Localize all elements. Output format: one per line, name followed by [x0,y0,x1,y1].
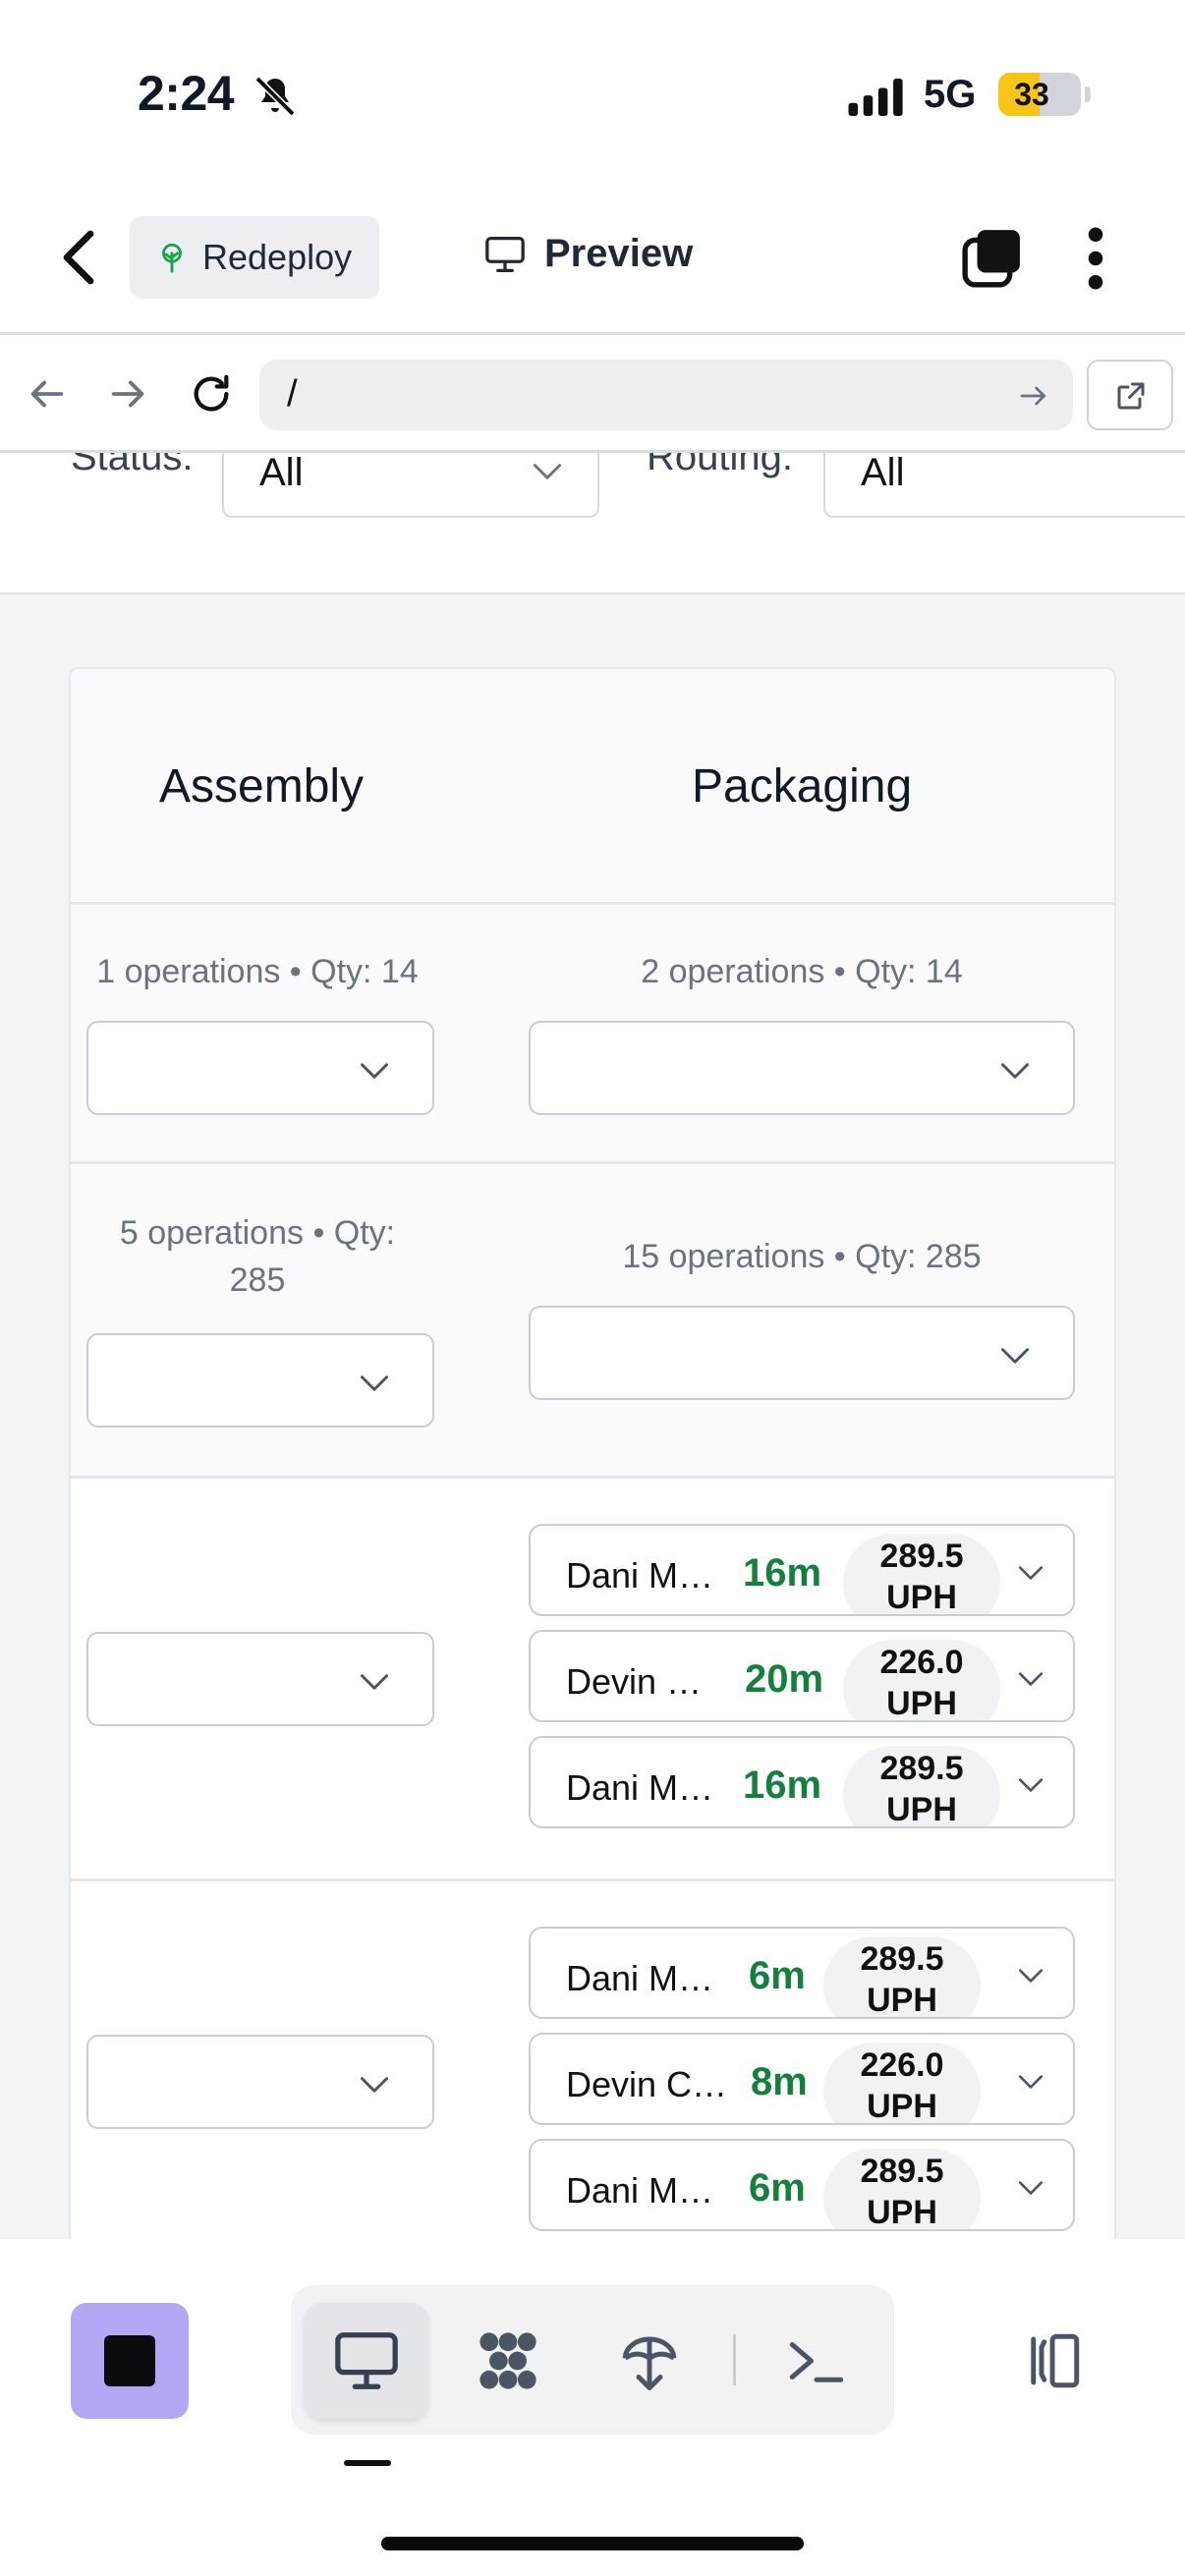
chevron-down-icon [361,1063,388,1079]
web-viewport: Status: All Routing: All Assembly Packag… [0,453,1185,2239]
operator-select[interactable]: Dani M… 6m 289.5 UPH [529,2139,1075,2231]
chevron-down-icon [1018,2181,1044,2195]
filter-bar: Status: All Routing: All [0,453,1185,594]
chevron-down-icon [1018,1969,1044,1983]
routing-filter-label: Routing: [647,453,793,478]
switcher-divider [733,2334,736,2385]
status-filter-label: Status: [71,453,194,478]
operator-name: Dani M… [566,1958,714,1998]
external-link-icon [1117,382,1145,410]
uph-badge: 289.5 UPH [843,1534,1000,1614]
home-indicator [381,2537,804,2550]
redeploy-label: Redeploy [202,237,353,277]
uph-badge: 289.5 UPH [843,1746,1000,1826]
deploy-icon[interactable] [615,2328,684,2393]
assembly-select[interactable] [86,1021,434,1115]
column-header-packaging: Packaging [692,760,913,812]
operator-select[interactable]: Dani M… 6m 289.5 UPH [529,1927,1075,2019]
assembly-select[interactable] [86,1333,434,1428]
chevron-down-icon [1018,1566,1044,1580]
back-icon[interactable] [59,228,98,287]
table-row: Dani M… 6m 289.5 UPH Devin C… 8m 226.0 U… [71,1881,1114,2239]
chevron-down-icon [1018,1778,1044,1792]
status-time: 2:24 [138,66,235,121]
uph-badge: 289.5 UPH [823,2149,981,2229]
agent-icon[interactable] [474,2328,542,2393]
go-arrow-icon[interactable] [1018,381,1049,411]
operation-duration: 20m [745,1657,824,1701]
operator-name: Devin C… [566,2064,728,2104]
terminal-icon[interactable] [782,2328,851,2393]
operation-duration: 6m [749,2166,806,2210]
chevron-down-icon [361,1375,388,1391]
uph-badge: 226.0 UPH [823,2043,981,2123]
routing-filter-value: All [861,453,905,494]
tabs-switcher-icon[interactable] [961,228,1022,289]
desktop-preview-icon[interactable] [332,2328,401,2393]
operator-name: Dani M… [566,1555,714,1596]
operator-name: Devin … [566,1661,703,1702]
browser-back-icon[interactable] [24,371,69,417]
table-row: 1 operations • Qty: 14 2 operations • Qt… [71,905,1114,1164]
assembly-select[interactable] [86,2035,434,2129]
browser-forward-icon[interactable] [106,371,151,417]
chevron-down-icon [1001,1348,1029,1364]
stop-icon [104,2335,155,2386]
chevron-down-icon [361,1674,388,1690]
chevron-down-icon [361,2077,388,2093]
operator-select[interactable]: Devin C… 8m 226.0 UPH [529,2033,1075,2125]
operator-select[interactable]: Dani M… 16m 289.5 UPH [529,1736,1075,1828]
network-type: 5G [924,73,977,116]
url-input[interactable]: / [259,360,1073,430]
assembly-select[interactable] [86,1632,434,1726]
deploy-tree-icon [162,243,182,273]
operation-duration: 8m [751,2060,808,2103]
table-row: Dani M… 16m 289.5 UPH Devin … 20m 226.0 … [71,1479,1114,1881]
bell-off-icon [254,76,296,117]
more-options-icon[interactable] [1081,226,1110,291]
assembly-meta: 1 operations • Qty: 14 [96,953,419,990]
battery-indicator: 33 [998,73,1091,116]
table-row: 5 operations • Qty: 285 15 operations • … [71,1164,1114,1479]
url-text: / [287,373,298,415]
status-filter-value: All [259,453,304,494]
panel-toggle-icon[interactable] [1018,2328,1087,2393]
preview-tab[interactable]: Preview [483,232,693,276]
packaging-meta: 15 operations • Qty: 285 [622,1238,982,1275]
packaging-select[interactable] [529,1306,1075,1400]
operations-table: Assembly Packaging 1 operations • Qty: 1… [69,667,1116,2239]
operator-name: Dani M… [566,1767,714,1808]
operation-duration: 6m [749,1954,806,1997]
operator-select[interactable]: Dani M… 16m 289.5 UPH [529,1524,1075,1616]
operation-duration: 16m [743,1764,822,1807]
reload-icon[interactable] [189,371,234,417]
signal-icon [848,79,903,116]
operator-select[interactable]: Devin … 20m 226.0 UPH [529,1630,1075,1722]
packaging-meta: 2 operations • Qty: 14 [641,953,963,990]
operator-name: Dani M… [566,2170,714,2211]
stop-button[interactable] [71,2303,189,2419]
table-header: Assembly Packaging [71,669,1114,905]
chevron-down-icon [534,464,561,479]
redeploy-button[interactable]: Redeploy [130,216,379,299]
chevron-down-icon [1001,1063,1029,1079]
uph-badge: 226.0 UPH [843,1640,1000,1720]
column-header-assembly: Assembly [159,760,365,812]
chevron-down-icon [1018,1672,1044,1686]
open-external-button[interactable] [1087,360,1173,430]
status-filter-select[interactable]: All [222,453,599,518]
uph-badge: 289.5 UPH [823,1936,981,2017]
packaging-select[interactable] [529,1021,1075,1115]
chevron-down-icon [1018,2075,1044,2089]
operation-duration: 16m [743,1551,822,1595]
preview-label: Preview [544,232,694,275]
battery-level: 33 [1014,77,1049,112]
routing-filter-select[interactable]: All [823,453,1185,518]
active-tab-indicator [344,2460,391,2466]
monitor-icon [485,236,525,272]
assembly-meta: 5 operations • Qty: 285 [119,1214,396,1299]
header-divider [0,332,1185,335]
